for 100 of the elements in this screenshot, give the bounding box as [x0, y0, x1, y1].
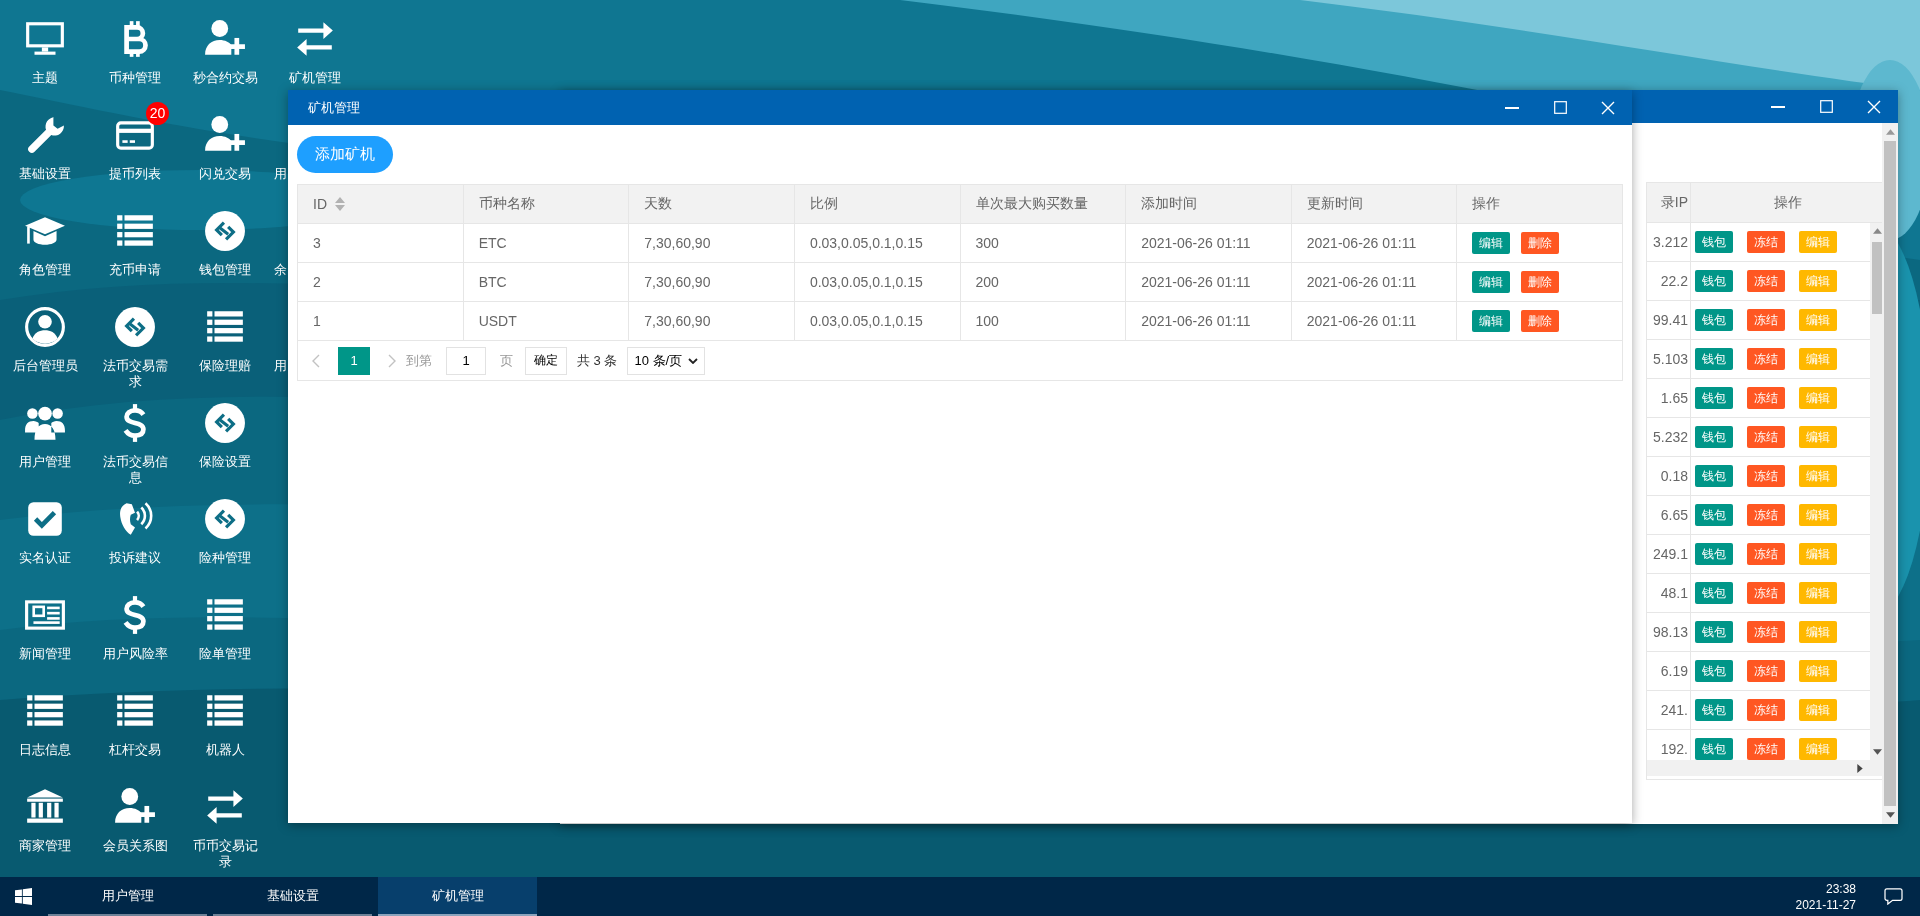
- action-button[interactable]: 钱包: [1695, 543, 1733, 565]
- desktop-shortcut[interactable]: 角色管理: [9, 210, 81, 278]
- action-button[interactable]: 钱包: [1695, 660, 1733, 682]
- scroll-down-icon[interactable]: [1873, 749, 1882, 755]
- action-button[interactable]: 冻结: [1747, 309, 1785, 331]
- page-input[interactable]: 1: [446, 346, 486, 375]
- action-button[interactable]: 钱包: [1695, 270, 1733, 292]
- action-button[interactable]: 冻结: [1747, 582, 1785, 604]
- action-button[interactable]: 冻结: [1747, 621, 1785, 643]
- scroll-up-icon[interactable]: [1873, 228, 1882, 234]
- action-button[interactable]: 冻结: [1747, 270, 1785, 292]
- action-button[interactable]: 钱包: [1695, 582, 1733, 604]
- desktop-shortcut[interactable]: 矿机管理: [279, 18, 351, 86]
- desktop-shortcut[interactable]: 保险设置: [189, 402, 261, 470]
- taskbar-item[interactable]: 矿机管理: [378, 877, 537, 916]
- link-icon: [204, 210, 246, 252]
- desktop-shortcut[interactable]: 闪兑交易: [189, 114, 261, 182]
- page-size-select[interactable]: 10 条/页: [627, 346, 706, 375]
- sort-icon[interactable]: [335, 197, 345, 211]
- desktop-shortcut[interactable]: 险单管理: [189, 594, 261, 662]
- windows-logo-icon[interactable]: [15, 888, 32, 905]
- desktop-shortcut[interactable]: 机器人: [189, 690, 261, 758]
- desktop-shortcut[interactable]: 保险理赔: [189, 306, 261, 374]
- action-button[interactable]: 钱包: [1695, 621, 1733, 643]
- action-button[interactable]: 冻结: [1747, 504, 1785, 526]
- action-button[interactable]: 冻结: [1747, 699, 1785, 721]
- desktop-shortcut[interactable]: 实名认证: [9, 498, 81, 566]
- add-button[interactable]: 添加矿机: [297, 136, 393, 173]
- scroll-down-icon[interactable]: [1885, 812, 1895, 818]
- scroll-right-icon[interactable]: [1857, 763, 1863, 773]
- desktop-shortcut[interactable]: 投诉建议: [99, 498, 171, 566]
- action-button[interactable]: 冻结: [1747, 660, 1785, 682]
- scrollbar[interactable]: [1882, 123, 1898, 824]
- table-cell: 1: [297, 301, 464, 341]
- user-circle-icon: [24, 306, 66, 348]
- desktop-shortcut[interactable]: 杠杆交易: [99, 690, 171, 758]
- window-title: 矿机管理: [307, 98, 360, 117]
- desktop-shortcut[interactable]: 基础设置: [9, 114, 81, 182]
- desktop-shortcut[interactable]: 用: [270, 114, 287, 182]
- desktop-shortcut[interactable]: 币种管理: [99, 18, 171, 86]
- confirm-button[interactable]: 确定: [525, 346, 567, 375]
- action-button[interactable]: 钱包: [1695, 309, 1733, 331]
- action-button[interactable]: 钱包: [1695, 426, 1733, 448]
- column-header: 币种名称: [463, 184, 629, 224]
- action-button[interactable]: 编辑: [1472, 271, 1511, 293]
- clock-time: 23:38: [1825, 880, 1856, 897]
- desktop-shortcut[interactable]: 法币交易需求: [99, 306, 171, 390]
- scrollbar[interactable]: [1647, 760, 1885, 776]
- action-button[interactable]: 编辑: [1472, 232, 1511, 254]
- desktop-shortcut[interactable]: 后台管理员: [9, 306, 81, 374]
- table-cell: 0.03,0.05,0.1,0.15: [794, 262, 960, 302]
- table-cell: 200: [960, 262, 1126, 302]
- scroll-up-icon[interactable]: [1885, 129, 1895, 135]
- action-button[interactable]: 冻结: [1747, 426, 1785, 448]
- desktop-shortcut[interactable]: 用户风险率: [99, 594, 171, 662]
- column-header: 更新时间: [1291, 184, 1457, 224]
- action-button[interactable]: 钱包: [1695, 348, 1733, 370]
- action-button[interactable]: 冻结: [1747, 543, 1785, 565]
- action-button[interactable]: 钱包: [1695, 738, 1733, 760]
- column-header[interactable]: ID: [297, 184, 464, 224]
- action-button[interactable]: 删除: [1521, 232, 1560, 254]
- desktop-shortcut[interactable]: 险种管理: [189, 498, 261, 566]
- action-button[interactable]: 冻结: [1747, 387, 1785, 409]
- table-cell: 99.41: [1647, 301, 1691, 339]
- desktop-shortcut[interactable]: 法币交易信息: [99, 402, 171, 486]
- previous-page-icon[interactable]: [312, 353, 320, 368]
- action-button[interactable]: 钱包: [1695, 504, 1733, 526]
- minimize-icon: [1505, 106, 1519, 109]
- desktop-shortcut[interactable]: 主题: [9, 18, 81, 86]
- notification-icon[interactable]: [1884, 888, 1903, 905]
- desktop-shortcut[interactable]: 会员关系图: [99, 786, 171, 854]
- desktop-shortcut[interactable]: 余: [270, 210, 287, 278]
- action-button[interactable]: 冻结: [1747, 738, 1785, 760]
- action-button[interactable]: 钱包: [1695, 465, 1733, 487]
- desktop-shortcut[interactable]: 新闻管理: [9, 594, 81, 662]
- action-button[interactable]: 钱包: [1695, 387, 1733, 409]
- taskbar-item[interactable]: 基础设置: [213, 877, 372, 916]
- action-button[interactable]: 钱包: [1695, 231, 1733, 253]
- action-button[interactable]: 冻结: [1747, 231, 1785, 253]
- link-icon: [204, 498, 246, 540]
- scrollbar-thumb[interactable]: [1872, 242, 1883, 314]
- scrollbar-thumb[interactable]: [1884, 141, 1896, 806]
- next-page-icon[interactable]: [388, 353, 396, 368]
- taskbar-item[interactable]: 用户管理: [48, 877, 207, 916]
- table-cell: 7,30,60,90: [628, 262, 795, 302]
- desktop-shortcut[interactable]: 币币交易记录: [189, 786, 261, 870]
- desktop-shortcut[interactable]: 秒合约交易: [189, 18, 261, 86]
- action-button[interactable]: 删除: [1521, 310, 1560, 332]
- desktop-shortcut[interactable]: 钱包管理: [189, 210, 261, 278]
- action-button[interactable]: 冻结: [1747, 348, 1785, 370]
- desktop-shortcut[interactable]: 日志信息: [9, 690, 81, 758]
- desktop-shortcut[interactable]: 充币申请: [99, 210, 171, 278]
- action-button[interactable]: 删除: [1521, 271, 1560, 293]
- page-button[interactable]: 1: [338, 346, 370, 375]
- desktop-shortcut[interactable]: 商家管理: [9, 786, 81, 854]
- desktop-shortcut[interactable]: 用户管理: [9, 402, 81, 470]
- desktop-shortcut[interactable]: 用: [270, 306, 287, 374]
- action-button[interactable]: 冻结: [1747, 465, 1785, 487]
- action-button[interactable]: 钱包: [1695, 699, 1733, 721]
- action-button[interactable]: 编辑: [1472, 310, 1511, 332]
